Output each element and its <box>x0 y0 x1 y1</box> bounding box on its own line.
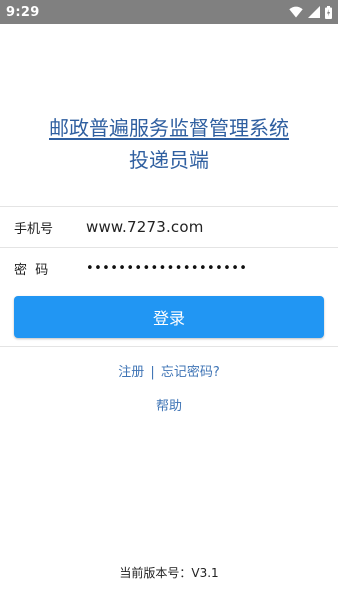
app-title-block: 邮政普遍服务监督管理系统 投递员端 <box>0 113 338 175</box>
forgot-password-link[interactable]: 忘记密码? <box>161 365 220 380</box>
register-link[interactable]: 注册 <box>118 365 144 380</box>
password-row[interactable]: 密 码 •••••••••••••••••••• <box>0 248 338 288</box>
password-label: 密 码 <box>14 262 49 278</box>
link-separator: | <box>150 365 155 380</box>
status-bar: 9:29 <box>0 0 338 24</box>
app-subtitle: 投递员端 <box>129 148 209 172</box>
divider <box>0 346 338 347</box>
help-link[interactable]: 帮助 <box>0 395 338 414</box>
version-label: 当前版本号： <box>119 566 192 580</box>
password-input[interactable]: •••••••••••••••••••• <box>86 261 247 276</box>
battery-icon <box>325 5 332 19</box>
login-button[interactable]: 登录 <box>14 296 324 338</box>
app-title: 邮政普遍服务监督管理系统 <box>49 116 289 140</box>
signal-icon <box>308 6 320 18</box>
account-links: 注册 | 忘记密码? <box>0 361 338 380</box>
wifi-icon <box>289 6 303 18</box>
status-time: 9:29 <box>6 4 40 20</box>
version-value: V3.1 <box>191 566 219 580</box>
phone-input[interactable]: www.7273.com <box>86 218 204 236</box>
version-info: 当前版本号：V3.1 <box>0 564 338 581</box>
status-icons <box>289 5 332 19</box>
phone-label: 手机号 <box>14 221 54 237</box>
phone-row[interactable]: 手机号 www.7273.com <box>0 207 338 247</box>
login-form: 手机号 www.7273.com 密 码 •••••••••••••••••••… <box>0 206 338 288</box>
